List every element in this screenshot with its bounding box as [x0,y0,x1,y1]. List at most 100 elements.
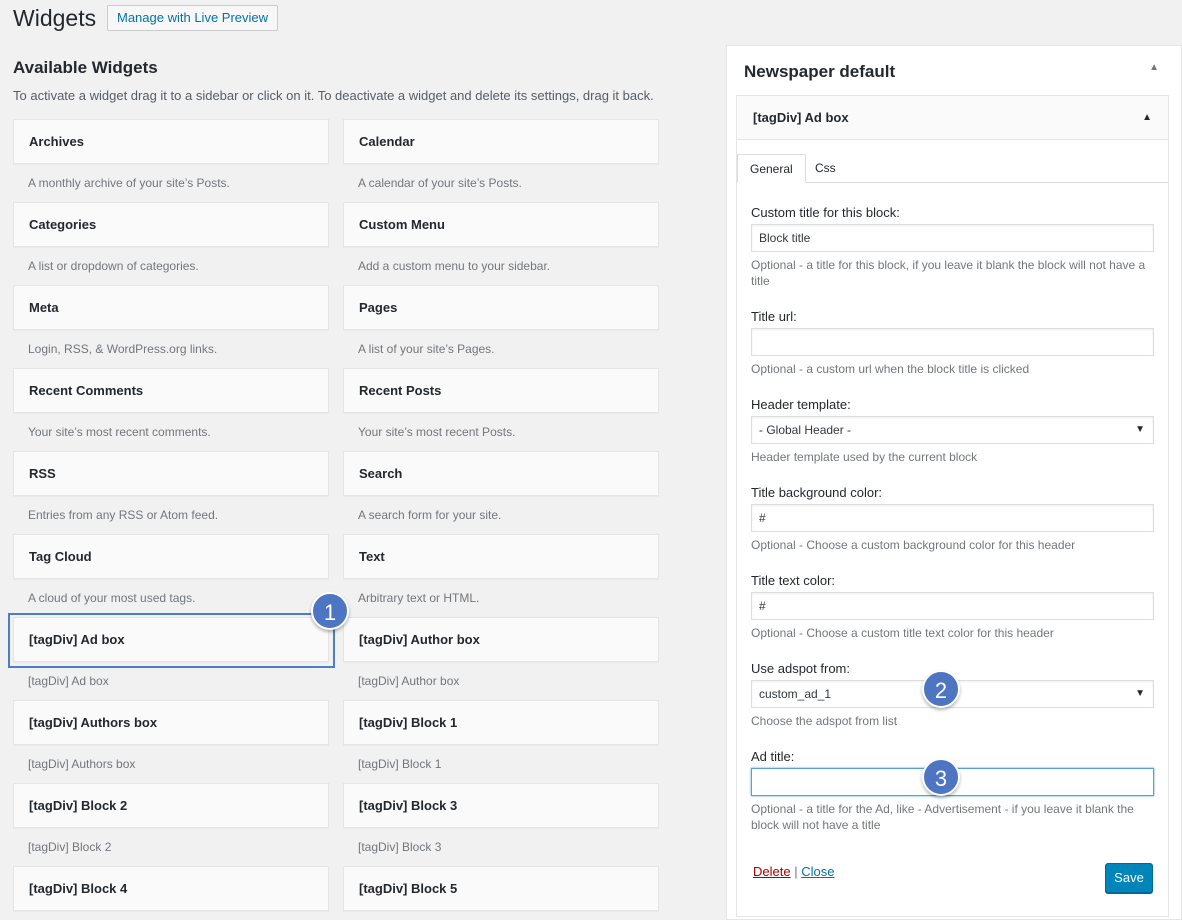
widget-title[interactable]: [tagDiv] Block 2 [13,783,329,828]
widget-title[interactable]: [tagDiv] Block 5 [343,866,659,911]
widget-panel-header[interactable]: [tagDiv] Ad box ▲ [737,96,1168,140]
step-badge-2: 2 [922,670,960,708]
dropdown-arrow-icon: ▼ [1135,424,1145,435]
widget-title[interactable]: Categories [13,202,329,247]
title-url-help: Optional - a custom url when the block t… [751,362,1030,376]
header-template-label: Header template: [751,397,851,412]
widget-tag-cloud[interactable]: Tag Cloud A cloud of your most used tags… [13,534,330,617]
collapse-arrow-icon[interactable]: ▲ [1149,62,1159,73]
widget-tagdiv-block-5[interactable]: [tagDiv] Block 5 [343,866,660,920]
widget-description: Login, RSS, & WordPress.org links. [28,342,218,356]
widget-description: Your site’s most recent comments. [28,425,211,439]
widget-title[interactable]: [tagDiv] Author box [343,617,659,662]
widget-title[interactable]: [tagDiv] Block 1 [343,700,659,745]
widget-rss[interactable]: RSS Entries from any RSS or Atom feed. [13,451,330,534]
widget-description: A cloud of your most used tags. [28,591,196,605]
widget-tagdiv-author-box[interactable]: [tagDiv] Author box [tagDiv] Author box [343,617,660,700]
title-url-input[interactable] [751,328,1154,356]
widget-tagdiv-authors-box[interactable]: [tagDiv] Authors box [tagDiv] Authors bo… [13,700,330,783]
header-template-help: Header template used by the current bloc… [751,450,978,464]
header-template-select[interactable]: - Global Header - ▼ [751,416,1154,444]
adspot-help: Choose the adspot from list [751,714,898,728]
manage-live-preview-button[interactable]: Manage with Live Preview [107,5,279,31]
widget-description: Entries from any RSS or Atom feed. [28,508,219,522]
widget-title[interactable]: Custom Menu [343,202,659,247]
widget-title[interactable]: Search [343,451,659,496]
custom-title-help: Optional - a title for this block, if yo… [751,258,1146,288]
widget-title[interactable]: Recent Posts [343,368,659,413]
widget-archives[interactable]: Archives A monthly archive of your site’… [13,119,330,202]
widget-control-links: Delete | Close [753,864,834,879]
widget-description: A list of your site’s Pages. [358,342,495,356]
delete-link[interactable]: Delete [753,864,791,879]
widget-description: A monthly archive of your site’s Posts. [28,176,230,190]
header-template-value: - Global Header - [759,423,852,437]
available-widgets-description: To activate a widget drag it to a sideba… [13,88,654,103]
ad-box-highlight-frame [8,613,335,668]
widget-title[interactable]: RSS [13,451,329,496]
collapse-arrow-icon[interactable]: ▲ [1142,96,1152,140]
available-widgets-title: Available Widgets [13,58,158,77]
widget-text[interactable]: Text Arbitrary text or HTML. [343,534,660,617]
title-bg-color-help: Optional - Choose a custom background co… [751,538,1076,552]
widget-recent-comments[interactable]: Recent Comments Your site’s most recent … [13,368,330,451]
title-url-label: Title url: [751,309,797,324]
ad-title-label: Ad title: [751,749,795,764]
title-bg-color-label: Title background color: [751,485,883,500]
ad-box-widget-panel: [tagDiv] Ad box ▲ General Css Custom tit… [736,95,1169,917]
widget-recent-posts[interactable]: Recent Posts Your site’s most recent Pos… [343,368,660,451]
link-separator: | [790,864,802,879]
step-badge-1: 1 [311,592,349,630]
widget-title[interactable]: [tagDiv] Block 3 [343,783,659,828]
widget-title[interactable]: Calendar [343,119,659,164]
widget-description: Arbitrary text or HTML. [358,591,480,605]
widget-tagdiv-block-3[interactable]: [tagDiv] Block 3 [tagDiv] Block 3 [343,783,660,866]
widget-tagdiv-block-4[interactable]: [tagDiv] Block 4 [13,866,330,920]
tab-general[interactable]: General [737,154,806,183]
widget-title[interactable]: Text [343,534,659,579]
widget-title[interactable]: [tagDiv] Block 4 [13,866,329,911]
widget-description: Add a custom menu to your sidebar. [358,259,551,273]
widget-description: Your site’s most recent Posts. [358,425,516,439]
sidebar-title[interactable]: Newspaper default [744,62,895,82]
widget-tabs: General Css [737,154,1168,183]
tab-css[interactable]: Css [803,154,848,183]
save-button[interactable]: Save [1105,863,1153,893]
title-text-color-label: Title text color: [751,573,836,588]
step-badge-3: 3 [922,758,960,796]
widget-description: [tagDiv] Author box [358,674,460,688]
title-text-color-help: Optional - Choose a custom title text co… [751,626,1054,640]
title-text-color-input[interactable]: # [751,592,1154,620]
widget-description: A calendar of your site’s Posts. [358,176,522,190]
widget-calendar[interactable]: Calendar A calendar of your site’s Posts… [343,119,660,202]
widget-title[interactable]: Archives [13,119,329,164]
widget-meta[interactable]: Meta Login, RSS, & WordPress.org links. [13,285,330,368]
dropdown-arrow-icon: ▼ [1135,688,1145,699]
close-link[interactable]: Close [801,864,834,879]
widget-tagdiv-block-1[interactable]: [tagDiv] Block 1 [tagDiv] Block 1 [343,700,660,783]
adspot-label: Use adspot from: [751,661,850,676]
widget-title[interactable]: Recent Comments [13,368,329,413]
widget-description: [tagDiv] Authors box [28,757,136,771]
widget-search[interactable]: Search A search form for your site. [343,451,660,534]
widget-pages[interactable]: Pages A list of your site’s Pages. [343,285,660,368]
widget-title[interactable]: Tag Cloud [13,534,329,579]
widget-description: [tagDiv] Block 1 [358,757,442,771]
custom-title-label: Custom title for this block: [751,205,900,220]
widget-description: [tagDiv] Block 3 [358,840,442,854]
widget-custom-menu[interactable]: Custom Menu Add a custom menu to your si… [343,202,660,285]
widget-categories[interactable]: Categories A list or dropdown of categor… [13,202,330,285]
widget-title[interactable]: Meta [13,285,329,330]
widget-description: A list or dropdown of categories. [28,259,199,273]
widget-panel-title: [tagDiv] Ad box [753,110,849,125]
widget-title[interactable]: [tagDiv] Authors box [13,700,329,745]
widget-description: [tagDiv] Block 2 [28,840,112,854]
widget-description: A search form for your site. [358,508,502,522]
ad-title-help: Optional - a title for the Ad, like - Ad… [751,802,1134,832]
custom-title-input[interactable]: Block title [751,224,1154,252]
page-title: Widgets [13,5,97,31]
widget-title[interactable]: Pages [343,285,659,330]
widget-tagdiv-block-2[interactable]: [tagDiv] Block 2 [tagDiv] Block 2 [13,783,330,866]
widget-description: [tagDiv] Ad box [28,674,109,688]
title-bg-color-input[interactable]: # [751,504,1154,532]
